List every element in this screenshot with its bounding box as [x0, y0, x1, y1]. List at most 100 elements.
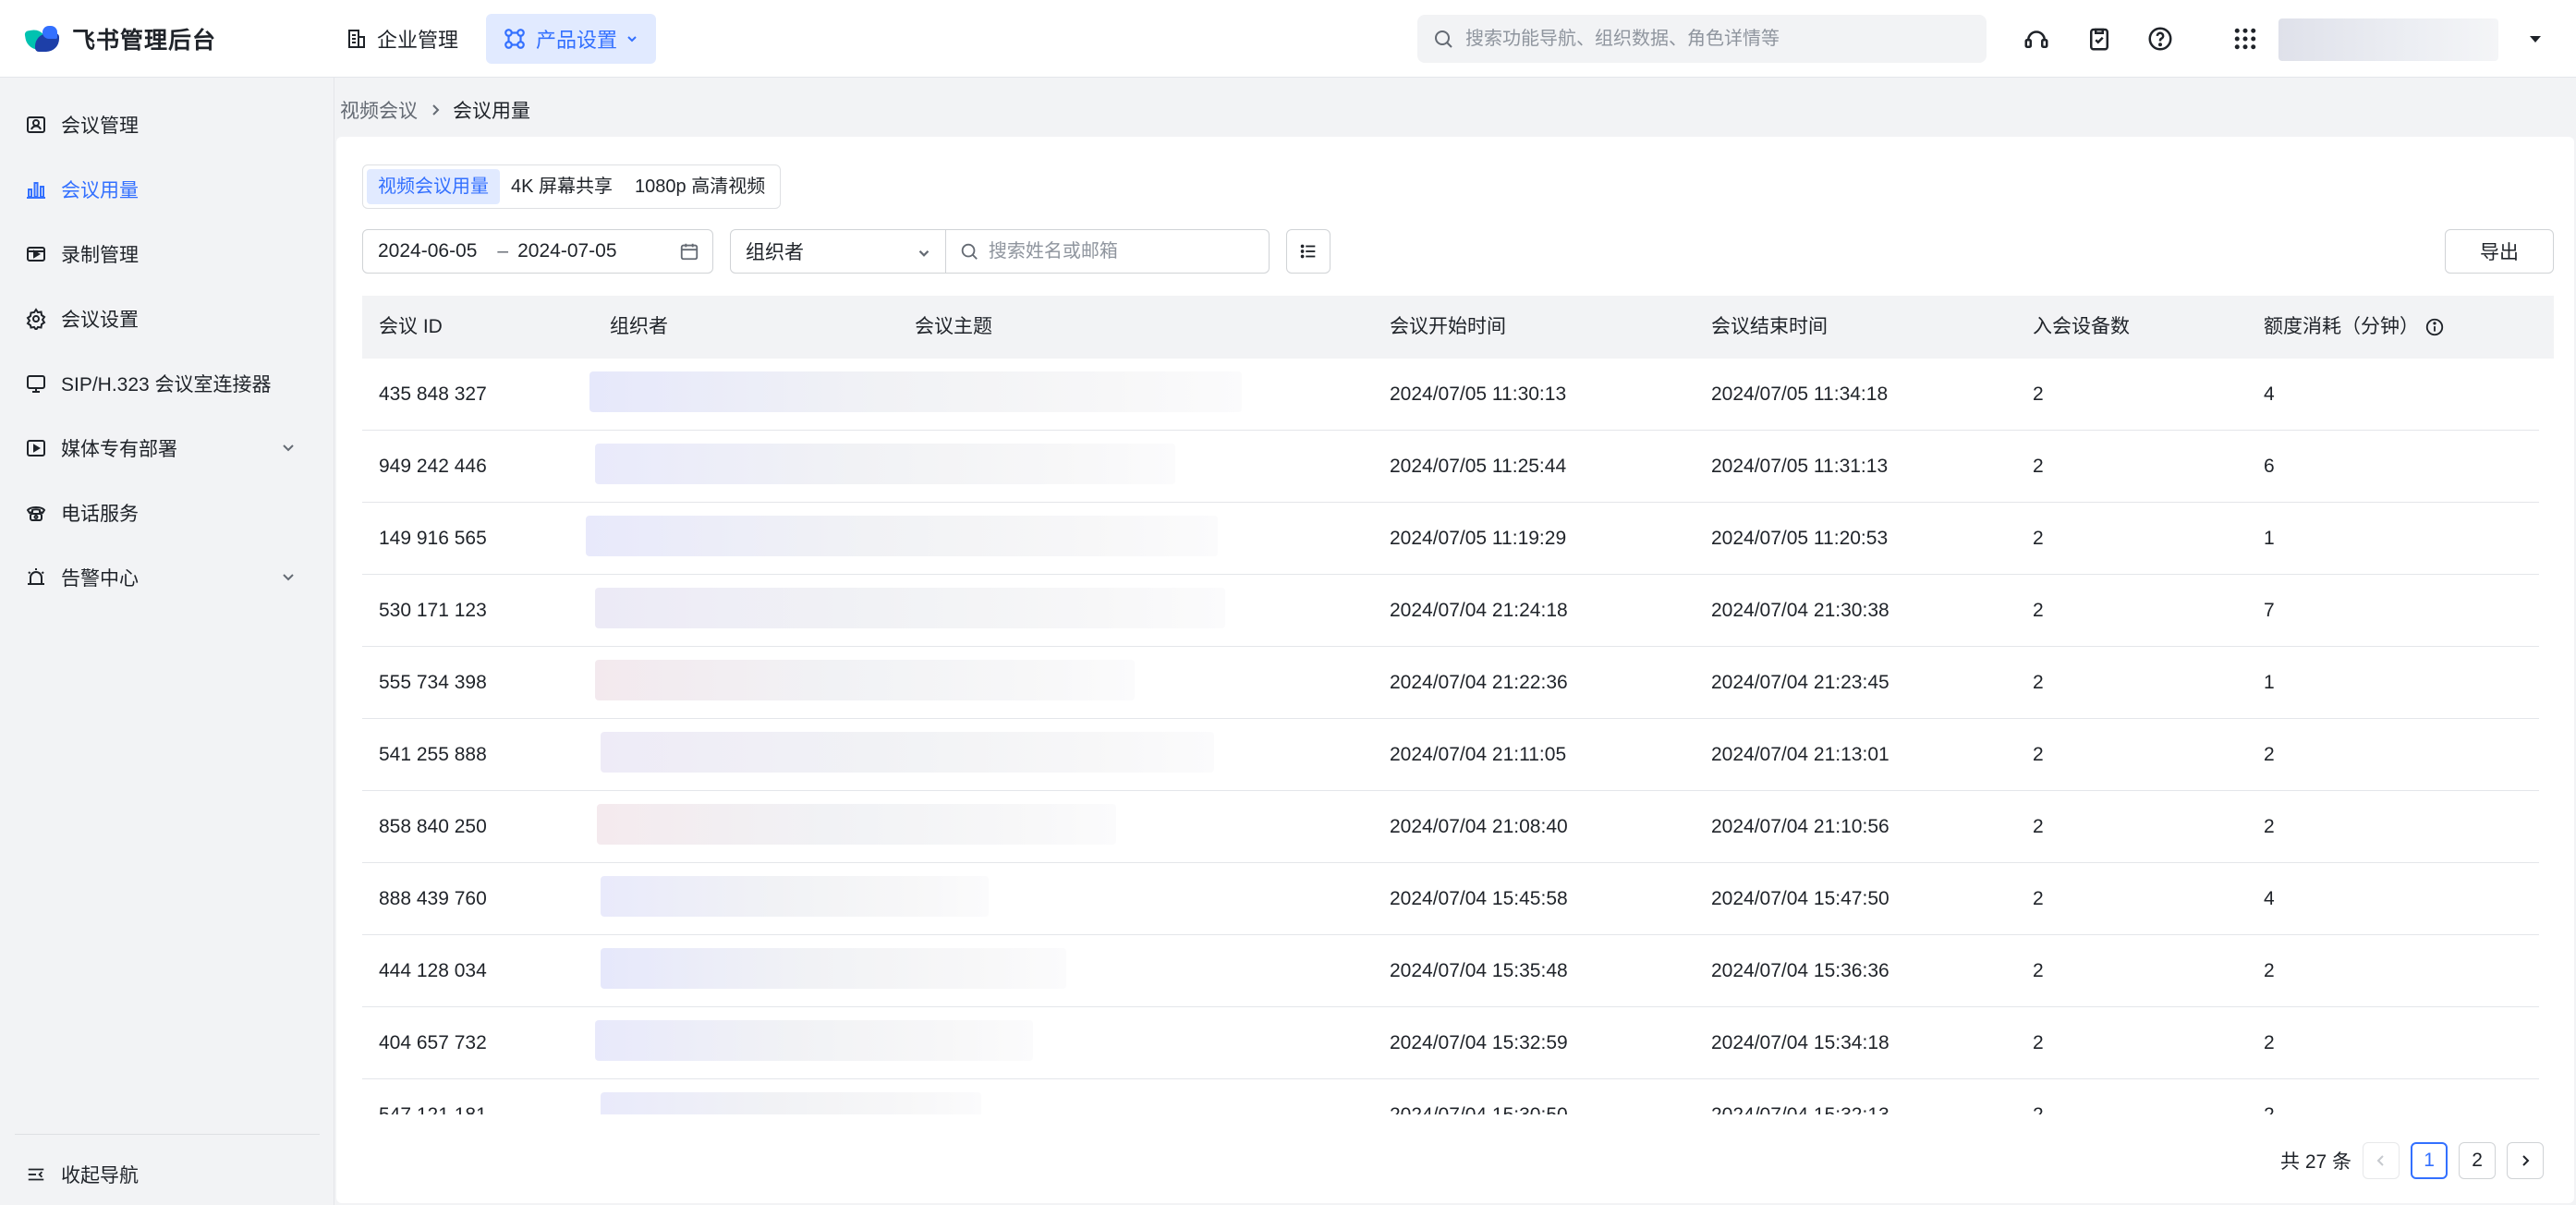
sidebar-item-sip-connector[interactable]: SIP/H.323 会议室连接器 [15, 359, 310, 408]
table-row[interactable]: 404 657 732 2024/07/04 15:32:59 2024/07/04… [362, 1007, 2539, 1079]
table-row[interactable]: 435 848 327 2024/07/05 11:30:13 2024/07/05… [362, 359, 2539, 431]
table-row[interactable]: 149 916 565 2024/07/05 11:19:29 2024/07/05… [362, 503, 2539, 575]
sidebar: 会议管理 会议用量 录制管理 会议设置 SIP/H.323 会议室连接器 媒体专… [0, 78, 334, 1205]
app-title: 飞书管理后台 [72, 27, 217, 54]
chevron-down-icon[interactable] [279, 567, 298, 586]
organizer-select[interactable]: 组织者 [730, 229, 946, 274]
device-count: 2 [2033, 816, 2044, 837]
tab-video-meeting-usage[interactable]: 视频会议用量 [367, 169, 500, 204]
meeting-id: 541 255 888 [379, 744, 487, 765]
sidebar-item-meeting-management[interactable]: 会议管理 [15, 100, 310, 150]
filter-bar: 2024-06-05 – 2024-07-05 组织者 [362, 229, 1331, 274]
sidebar-item-meeting-settings[interactable]: 会议设置 [15, 294, 310, 344]
search-icon [1435, 30, 1452, 48]
device-count: 2 [2033, 960, 2044, 981]
usage-type-tabs: 视频会议用量 4K 屏幕共享 1080p 高清视频 [362, 164, 782, 209]
bar-chart-icon [24, 177, 48, 201]
help-icon[interactable] [2144, 22, 2177, 55]
total-count: 共 27 条 [2280, 1151, 2352, 1173]
col-start-time: 会议开始时间 [1390, 316, 1506, 337]
table-row[interactable]: 547 121 181 2024/07/04 15:30:50 2024/07/04… [362, 1079, 2539, 1114]
tab-1080p-video[interactable]: 1080p 高清视频 [624, 169, 776, 204]
start-time: 2024/07/04 15:35:48 [1390, 960, 1568, 981]
sidebar-item-meeting-usage[interactable]: 会议用量 [15, 164, 310, 214]
caret-down-icon[interactable] [2526, 30, 2545, 48]
page-2-button[interactable]: 2 [2459, 1142, 2497, 1179]
table-row[interactable]: 541 255 888 2024/07/04 21:11:05 2024/07/04… [362, 719, 2539, 791]
minutes-consumed: 2 [2264, 960, 2275, 981]
export-button[interactable]: 导出 [2445, 229, 2554, 274]
user-account-redacted[interactable] [2278, 18, 2498, 61]
device-count: 2 [2033, 1032, 2044, 1053]
sidebar-item-label: 电话服务 [61, 504, 139, 525]
breadcrumb-parent[interactable]: 视频会议 [340, 96, 418, 124]
table-row[interactable]: 949 242 446 2024/07/05 11:25:44 2024/07/05… [362, 431, 2539, 503]
col-topic: 会议主题 [915, 316, 992, 337]
chevron-right-icon [2522, 1155, 2530, 1166]
table-header: 会议 ID 组织者 会议主题 会议开始时间 会议结束时间 入会设备数 额度消耗（… [362, 296, 2554, 359]
minutes-consumed: 4 [2264, 888, 2275, 909]
chevron-left-icon [2376, 1155, 2384, 1166]
organizer-topic-redacted [601, 1092, 981, 1114]
product-settings-icon [504, 28, 525, 49]
device-count: 2 [2033, 456, 2044, 477]
table-row[interactable]: 555 734 398 2024/07/04 21:22:36 2024/07/04… [362, 647, 2539, 719]
column-settings-button[interactable] [1286, 229, 1331, 274]
organizer-topic-redacted [589, 371, 1242, 412]
col-minutes-consumed: 额度消耗（分钟） [2264, 296, 2445, 359]
phone-icon [24, 501, 48, 525]
feishu-logo-icon [24, 22, 61, 55]
breadcrumb: 视频会议 会议用量 [340, 96, 530, 124]
global-search-input[interactable] [1465, 28, 1964, 50]
info-icon[interactable] [2424, 317, 2445, 337]
end-time: 2024/07/04 21:23:45 [1711, 672, 1889, 693]
calendar-icon [680, 243, 699, 261]
minutes-consumed: 7 [2264, 600, 2275, 621]
meeting-manage-icon [24, 113, 48, 137]
name-search-input[interactable] [988, 240, 1256, 262]
minutes-consumed: 4 [2264, 383, 2275, 405]
organizer-topic-redacted [586, 516, 1218, 556]
tab-4k-screen-share[interactable]: 4K 屏幕共享 [500, 169, 624, 204]
end-time: 2024/07/04 21:30:38 [1711, 600, 1889, 621]
table-row[interactable]: 888 439 760 2024/07/04 15:45:58 2024/07/04… [362, 863, 2539, 935]
topnav-enterprise-management[interactable]: 企业管理 [329, 14, 475, 64]
prev-page-button[interactable] [2363, 1142, 2400, 1179]
end-time: 2024/07/05 11:31:13 [1711, 456, 1889, 477]
device-count: 2 [2033, 888, 2044, 909]
sidebar-item-phone-service[interactable]: 电话服务 [15, 488, 310, 538]
media-icon [24, 436, 48, 460]
next-page-button[interactable] [2507, 1142, 2545, 1179]
organizer-topic-redacted [595, 444, 1175, 484]
topnav-product-settings[interactable]: 产品设置 [486, 13, 657, 64]
device-count: 2 [2033, 528, 2044, 549]
date-range-picker[interactable]: 2024-06-05 – 2024-07-05 [362, 229, 713, 274]
sidebar-item-media-deployment[interactable]: 媒体专有部署 [15, 423, 310, 473]
sidebar-item-label: 会议管理 [61, 116, 139, 137]
meeting-id: 444 128 034 [379, 960, 487, 981]
device-count: 2 [2033, 383, 2044, 405]
start-time: 2024/07/04 15:45:58 [1390, 888, 1568, 909]
start-time: 2024/07/04 21:22:36 [1390, 672, 1568, 693]
sidebar-item-label: SIP/H.323 会议室连接器 [61, 374, 272, 396]
page-1-button[interactable]: 1 [2411, 1142, 2448, 1179]
app-grid-icon[interactable] [2229, 22, 2262, 55]
date-end: 2024-07-05 [517, 240, 617, 262]
monitor-icon [24, 371, 48, 396]
table-row[interactable]: 444 128 034 2024/07/04 15:35:48 2024/07/04… [362, 935, 2539, 1007]
building-icon [348, 29, 365, 48]
chevron-down-icon[interactable] [279, 438, 298, 456]
organizer-topic-redacted [595, 660, 1135, 700]
clipboard-icon[interactable] [2083, 22, 2116, 55]
start-time: 2024/07/05 11:19:29 [1390, 528, 1567, 549]
name-search[interactable] [946, 229, 1270, 274]
organizer-topic-redacted [601, 948, 1066, 989]
brand[interactable]: 飞书管理后台 [24, 22, 329, 55]
collapse-nav-button[interactable]: 收起导航 [15, 1150, 310, 1199]
headset-icon[interactable] [2020, 22, 2053, 55]
table-row[interactable]: 858 840 250 2024/07/04 21:08:40 2024/07/04… [362, 791, 2539, 863]
table-row[interactable]: 530 171 123 2024/07/04 21:24:18 2024/07/04… [362, 575, 2539, 647]
sidebar-item-alarm-center[interactable]: 告警中心 [15, 553, 310, 602]
global-search[interactable] [1417, 15, 1987, 63]
sidebar-item-recording-management[interactable]: 录制管理 [15, 229, 310, 279]
